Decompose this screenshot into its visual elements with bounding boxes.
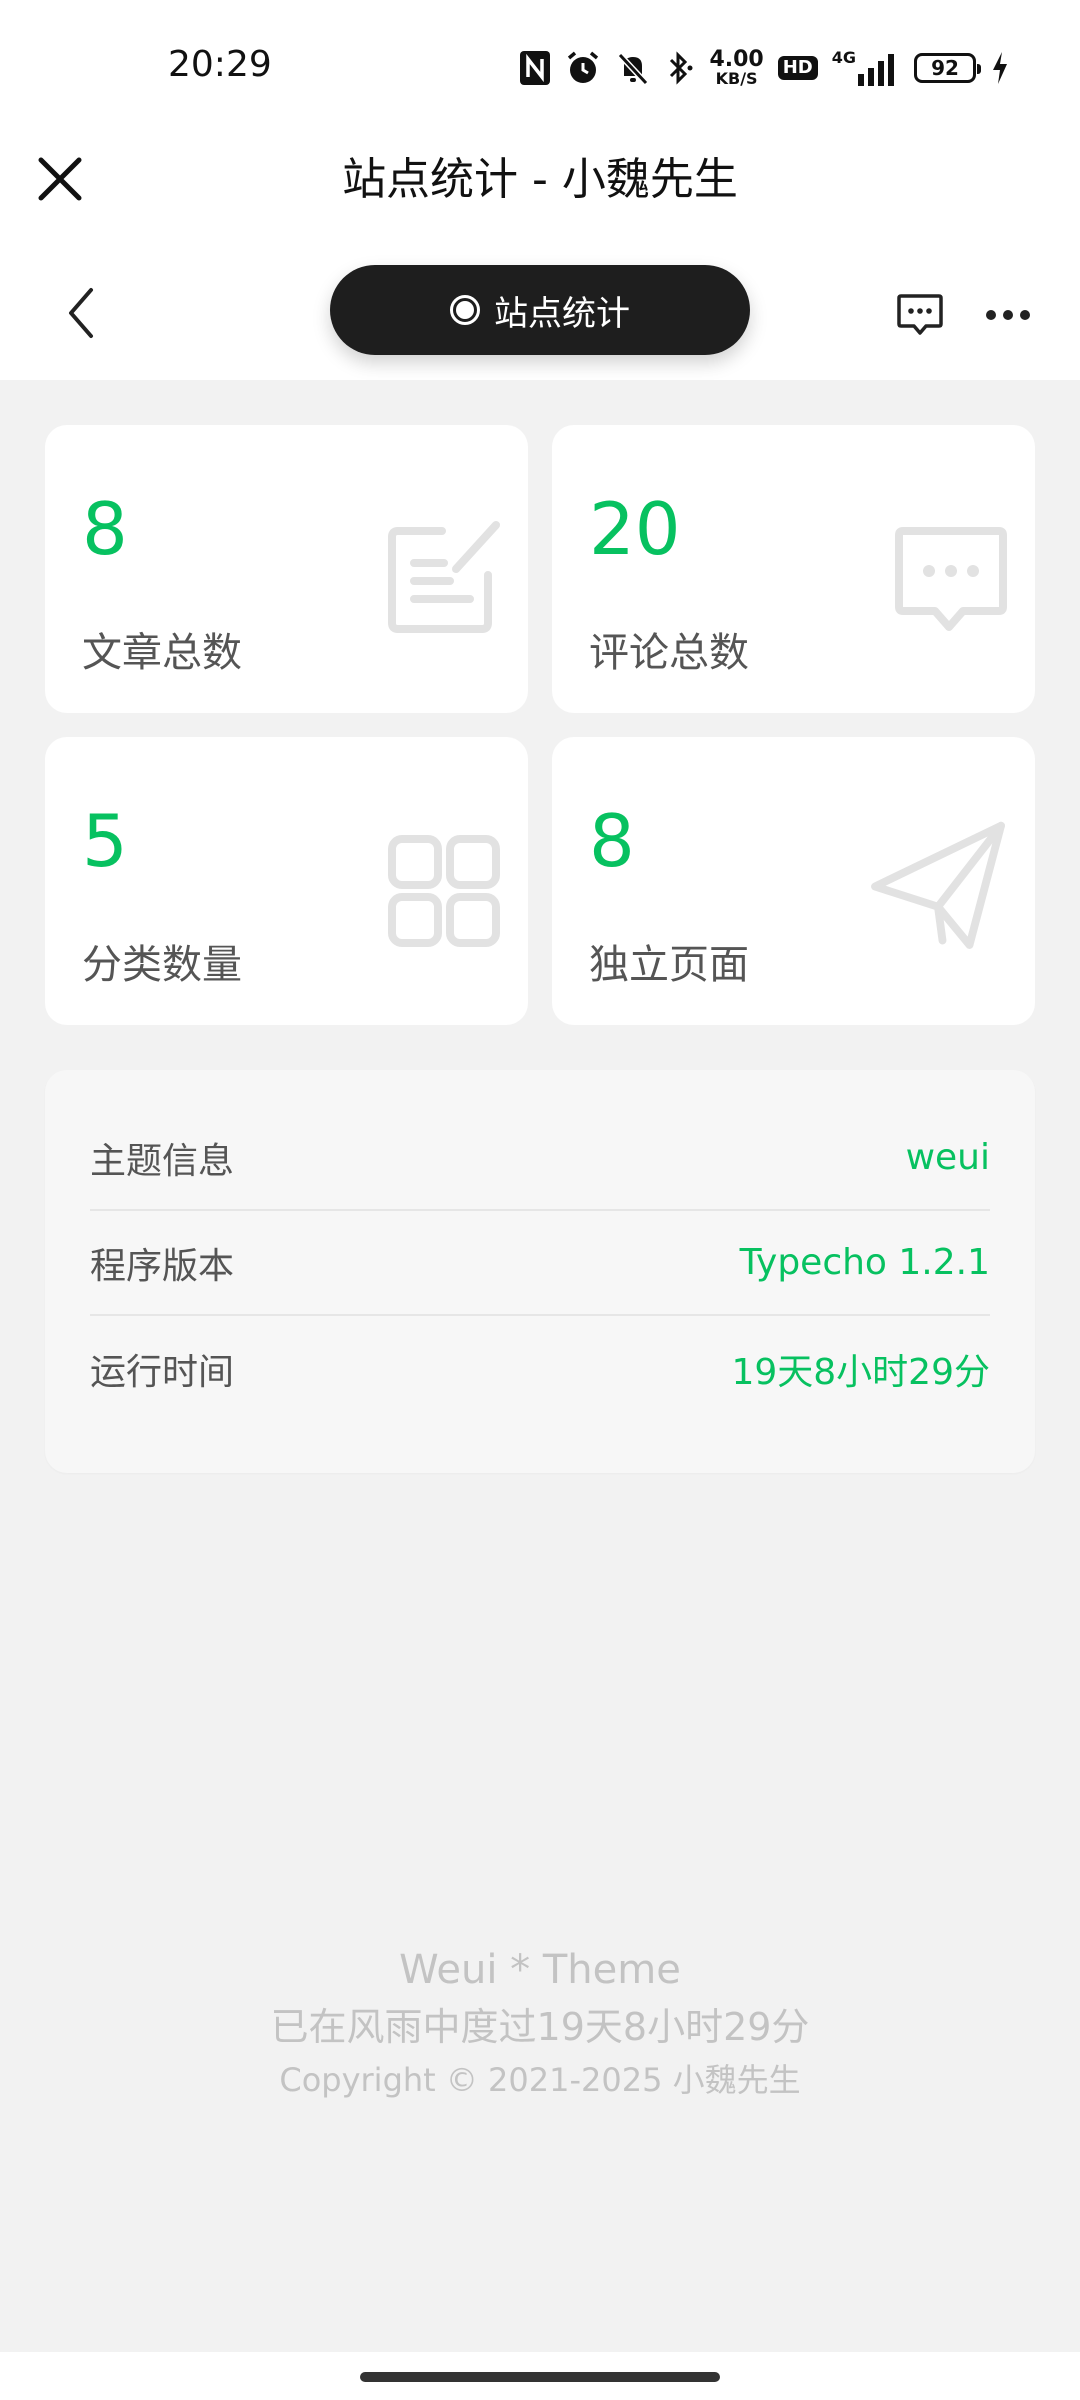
stat-value: 5: [82, 799, 128, 883]
stat-value: 20: [589, 487, 681, 571]
status-bar: 20:29 4.00 KB/S HD 4G 92: [0, 0, 1080, 135]
gesture-bar: [0, 2352, 1080, 2400]
home-indicator[interactable]: [360, 2372, 720, 2382]
mute-icon: [615, 48, 651, 88]
status-time: 20:29: [168, 44, 272, 85]
footer: Weui * Theme 已在风雨中度过19天8小时29分 Copyright …: [0, 1950, 1080, 2096]
alarm-icon: [565, 48, 601, 88]
message-icon: [897, 294, 943, 335]
info-value: Typecho 1.2.1: [739, 1242, 990, 1283]
bluetooth-icon: [665, 48, 695, 88]
nav-pill-site-stats[interactable]: 站点统计: [330, 265, 750, 355]
nav-pill-label: 站点统计: [494, 293, 630, 334]
hd-badge: HD: [777, 56, 818, 80]
title-bar: 站点统计 - 小魏先生: [0, 135, 1080, 245]
back-button[interactable]: [56, 283, 106, 343]
info-value: 19天8小时29分: [731, 1351, 990, 1393]
footer-theme: Weui * Theme: [399, 1947, 681, 1993]
charging-icon: [990, 48, 1010, 88]
stat-card-posts[interactable]: 8 文章总数: [45, 425, 528, 713]
signal-icon: 4G: [832, 48, 900, 88]
battery-icon: 92: [914, 53, 981, 83]
info-row-theme: 主题信息 weui: [90, 1106, 990, 1211]
network-speed: 4.00 KB/S: [709, 47, 764, 88]
stat-card-categories[interactable]: 5 分类数量: [45, 737, 528, 1025]
footer-copyright: Copyright © 2021-2025 小魏先生: [279, 2061, 801, 2099]
stat-label: 评论总数: [589, 630, 749, 676]
info-key: 运行时间: [90, 1351, 235, 1393]
grid-icon: [388, 835, 500, 947]
chevron-left-icon: [69, 288, 93, 338]
more-button[interactable]: [978, 287, 1038, 343]
info-key: 程序版本: [90, 1245, 235, 1287]
comment-icon: [895, 527, 1007, 631]
radio-icon: [450, 295, 480, 325]
more-icon: [986, 310, 1030, 320]
footer-uptime: 已在风雨中度过19天8小时29分: [270, 2005, 810, 2049]
status-icons: 4.00 KB/S HD 4G 92: [519, 44, 1010, 92]
stat-card-comments[interactable]: 20 评论总数: [552, 425, 1035, 713]
info-row-version: 程序版本 Typecho 1.2.1: [90, 1211, 990, 1316]
network-type: 4G: [831, 48, 856, 67]
stat-label: 分类数量: [82, 942, 242, 988]
site-info-panel: 主题信息 weui 程序版本 Typecho 1.2.1 运行时间 19天8小时…: [45, 1070, 1035, 1473]
battery-level: 92: [931, 56, 959, 80]
info-row-uptime: 运行时间 19天8小时29分: [90, 1316, 990, 1421]
stat-card-pages[interactable]: 8 独立页面: [552, 737, 1035, 1025]
stat-label: 独立页面: [589, 942, 749, 988]
nav-bar: 站点统计: [0, 245, 1080, 380]
nfc-icon: [519, 48, 551, 88]
info-value: weui: [905, 1137, 990, 1178]
stat-value: 8: [82, 487, 128, 571]
stat-value: 8: [589, 799, 635, 883]
info-key: 主题信息: [90, 1140, 235, 1182]
paper-plane-icon: [871, 821, 1005, 949]
message-button[interactable]: [890, 287, 950, 343]
page-title: 站点统计 - 小魏先生: [342, 154, 738, 205]
edit-icon: [388, 521, 500, 633]
stat-label: 文章总数: [82, 630, 242, 676]
